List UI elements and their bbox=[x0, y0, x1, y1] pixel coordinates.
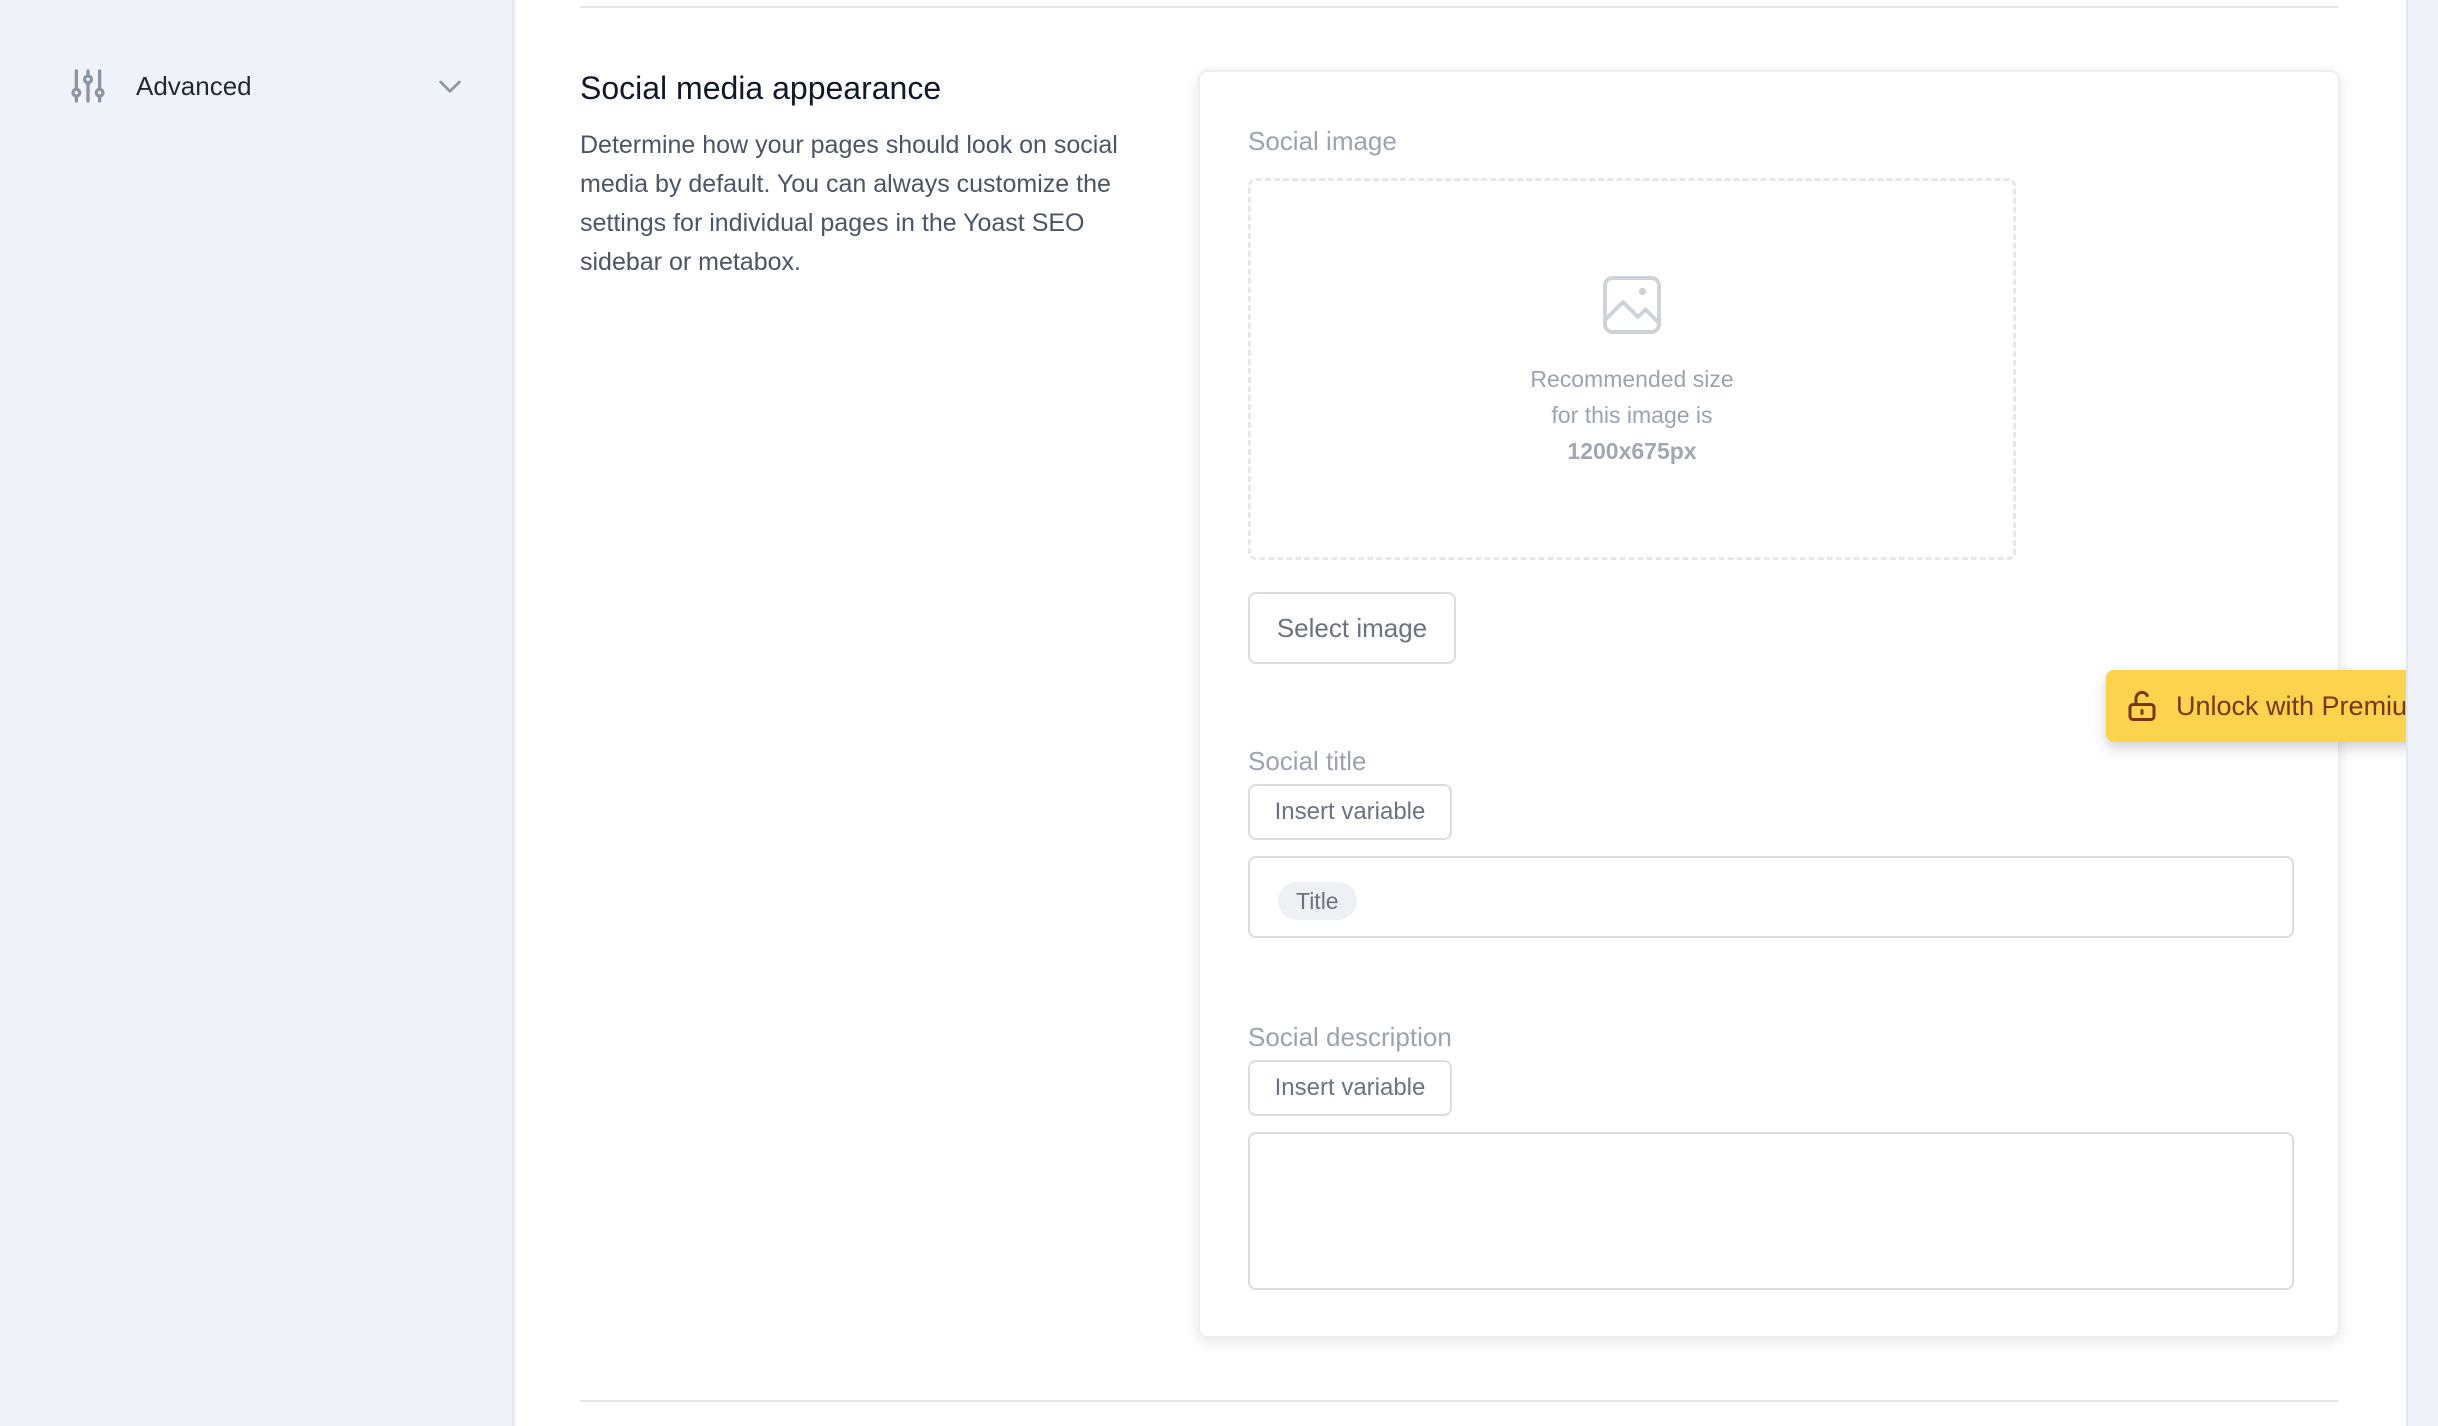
title-variable-pill[interactable]: Title bbox=[1278, 882, 1357, 920]
social-description-input[interactable] bbox=[1248, 1132, 2294, 1290]
divider bbox=[580, 6, 2338, 8]
chevron-down-icon[interactable] bbox=[434, 70, 466, 102]
sidebar: Advanced bbox=[0, 0, 514, 1426]
select-image-button[interactable]: Select image bbox=[1248, 592, 1456, 664]
unlock-premium-button[interactable]: Unlock with Premium bbox=[2106, 670, 2438, 742]
image-placeholder-icon bbox=[1596, 269, 1668, 341]
social-settings-card: Social image Recommended size for this i… bbox=[1198, 70, 2438, 1338]
image-dropzone[interactable]: Recommended size for this image is 1200x… bbox=[1248, 178, 2016, 560]
social-image-label: Social image bbox=[1248, 126, 1397, 156]
right-gutter bbox=[2406, 0, 2438, 1426]
insert-variable-description-button[interactable]: Insert variable bbox=[1248, 1060, 1452, 1116]
image-hint-size: 1200x675px bbox=[1567, 438, 1697, 464]
main-content: Social media appearance Determine how yo… bbox=[516, 0, 2438, 1426]
image-hint-line1: Recommended size bbox=[1530, 366, 1734, 392]
unlock-icon bbox=[2124, 688, 2160, 724]
social-title-input[interactable]: Title bbox=[1248, 856, 2294, 938]
social-description-label: Social description bbox=[1248, 1022, 1452, 1052]
section-title: Social media appearance bbox=[580, 70, 942, 106]
image-hint-line2: for this image is bbox=[1551, 402, 1713, 428]
insert-variable-title-button[interactable]: Insert variable bbox=[1248, 784, 1452, 840]
sidebar-item-advanced[interactable]: Advanced bbox=[66, 60, 466, 112]
section-description: Determine how your pages should look on … bbox=[580, 131, 1118, 276]
social-title-label: Social title bbox=[1248, 746, 1367, 776]
sidebar-item-label: Advanced bbox=[136, 70, 252, 101]
sliders-icon bbox=[66, 64, 110, 108]
divider bbox=[580, 1400, 2338, 1402]
unlock-premium-label: Unlock with Premium bbox=[2176, 690, 2430, 721]
